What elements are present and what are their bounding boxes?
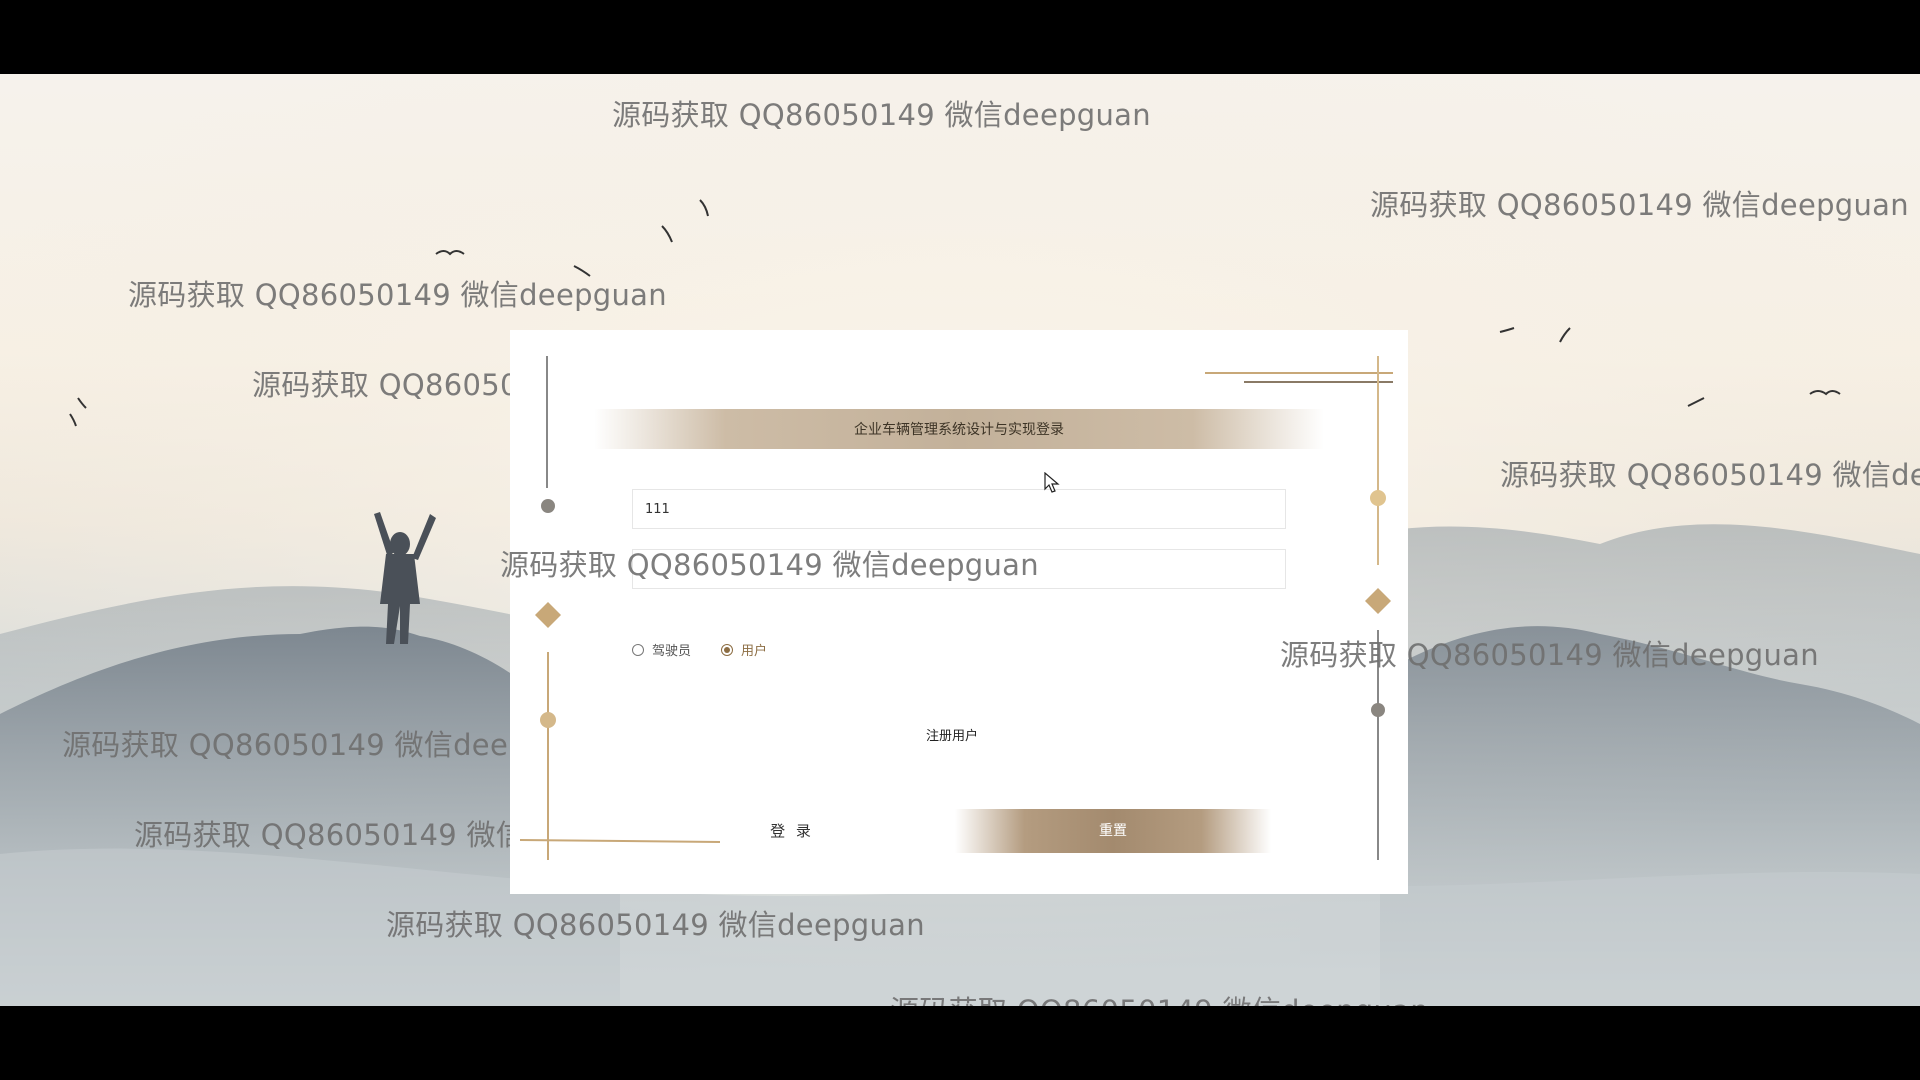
reset-button[interactable]: 重置 — [955, 809, 1271, 853]
role-radio-user[interactable] — [721, 643, 734, 656]
letterbox-bottom — [0, 1006, 1920, 1080]
watermark: 源码获取 QQ86050149 微信deepguan — [500, 548, 1039, 582]
role-selector: 驾驶员 用户 — [632, 640, 797, 659]
username-input[interactable] — [632, 489, 1286, 529]
watermark: 源码获取 QQ86050149 微信deepguan — [128, 278, 667, 312]
login-title: 企业车辆管理系统设计与实现登录 — [594, 409, 1324, 449]
watermark: 源码获取 QQ86050149 微信deepguan — [1500, 458, 1920, 492]
watermark: 源码获取 QQ86050149 微信deepguan — [1280, 638, 1819, 672]
watermark: 源码获取 QQ86050149 微信deepguan — [612, 98, 1151, 132]
role-label-user[interactable]: 用户 — [741, 640, 767, 659]
watermark: 源码获取 QQ86050149 微信deepguan — [1370, 188, 1909, 222]
watermark: 源码获取 QQ86050149 微信deepguan — [386, 908, 925, 942]
watermark: 源码获取 QQ86050149 微信deepguan — [890, 988, 1429, 1006]
register-user-link[interactable]: 注册用户 — [926, 725, 978, 744]
role-radio-driver[interactable] — [632, 643, 644, 656]
login-button[interactable]: 登 录 — [742, 815, 842, 847]
letterbox-top — [0, 0, 1920, 74]
mouse-cursor-icon — [1044, 472, 1060, 493]
role-label-driver[interactable]: 驾驶员 — [652, 640, 691, 659]
